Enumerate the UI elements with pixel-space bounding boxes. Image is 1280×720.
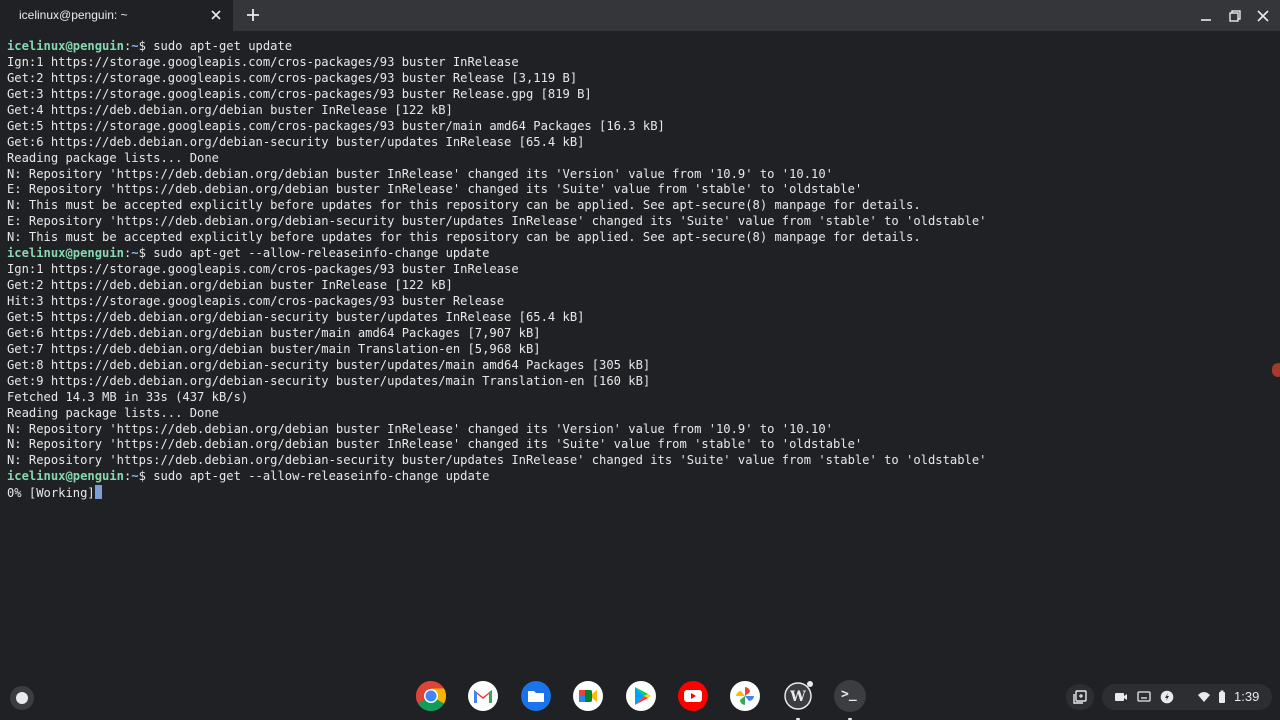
- notification-icon: [1160, 690, 1174, 704]
- output-line: Get:2 https://storage.googleapis.com/cro…: [7, 71, 986, 87]
- command-text: $ sudo apt-get update: [138, 39, 293, 53]
- wordpress-icon[interactable]: W: [782, 680, 814, 720]
- minimize-icon[interactable]: [1199, 9, 1213, 23]
- output-text: N: Repository 'https://deb.debian.org/de…: [7, 166, 833, 181]
- output-text: Get:7 https://deb.debian.org/debian bust…: [7, 341, 541, 356]
- prompt-user: icelinux@penguin: [7, 246, 124, 261]
- output-text: Get:2 https://storage.googleapis.com/cro…: [7, 70, 578, 85]
- output-text: Get:2 https://deb.debian.org/debian bust…: [7, 278, 453, 293]
- output-line: E: Repository 'https://deb.debian.org/de…: [7, 182, 986, 198]
- output-text: Get:9 https://deb.debian.org/debian-secu…: [7, 373, 651, 388]
- screen-capture-icon: [1115, 693, 1127, 701]
- plus-icon[interactable]: [245, 7, 261, 23]
- output-text: N: Repository 'https://deb.debian.org/de…: [7, 437, 863, 452]
- output-line: Get:5 https://deb.debian.org/debian-secu…: [7, 310, 986, 326]
- clock: 1:39: [1234, 689, 1260, 704]
- output-text: N: Repository 'https://deb.debian.org/de…: [7, 421, 833, 436]
- output-line: Ign:1 https://storage.googleapis.com/cro…: [7, 55, 986, 71]
- wifi-icon: [1198, 692, 1210, 702]
- output-line: 0% [Working]: [7, 485, 986, 501]
- output-text: Reading package lists... Done: [7, 405, 219, 420]
- output-text: Get:5 https://storage.googleapis.com/cro…: [7, 118, 665, 133]
- launcher-icon[interactable]: [10, 686, 34, 710]
- prompt-line: icelinux@penguin:~$ sudo apt-get --allow…: [7, 469, 986, 485]
- prompt-user: icelinux@penguin: [7, 39, 124, 53]
- output-line: N: This must be accepted explicitly befo…: [7, 198, 986, 214]
- output-line: Get:7 https://deb.debian.org/debian bust…: [7, 342, 986, 358]
- output-text: N: This must be accepted explicitly befo…: [7, 198, 921, 213]
- text-cursor: [94, 485, 102, 500]
- chrome-icon[interactable]: [415, 680, 447, 712]
- output-line: Get:6 https://deb.debian.org/debian-secu…: [7, 135, 986, 151]
- output-line: N: Repository 'https://deb.debian.org/de…: [7, 437, 986, 453]
- youtube-icon[interactable]: [677, 680, 709, 712]
- output-text: Get:8 https://deb.debian.org/debian-secu…: [7, 357, 651, 372]
- battery-icon: [1219, 690, 1225, 703]
- cast-icon: [1137, 691, 1151, 702]
- gmail-icon[interactable]: [467, 680, 499, 712]
- output-line: E: Repository 'https://deb.debian.org/de…: [7, 214, 986, 230]
- holding-space-icon: [1073, 690, 1087, 704]
- prompt-path: ~: [131, 39, 139, 53]
- command-text: $ sudo apt-get --allow-releaseinfo-chang…: [138, 246, 490, 261]
- maximize-icon[interactable]: [1228, 9, 1242, 23]
- prompt-line: icelinux@penguin:~$ sudo apt-get update: [7, 39, 986, 55]
- recording-indicator: [1272, 363, 1280, 377]
- output-text: Ign:1 https://storage.googleapis.com/cro…: [7, 54, 519, 69]
- terminal-output: icelinux@penguin:~$ sudo apt-get update I…: [7, 39, 986, 501]
- output-line: Fetched 14.3 MB in 33s (437 kB/s): [7, 390, 986, 406]
- google-photos-icon[interactable]: [729, 680, 761, 712]
- prompt-line: icelinux@penguin:~$ sudo apt-get --allow…: [7, 246, 986, 262]
- output-line: Get:3 https://storage.googleapis.com/cro…: [7, 87, 986, 103]
- output-line: N: Repository 'https://deb.debian.org/de…: [7, 453, 986, 469]
- files-icon[interactable]: [520, 680, 552, 712]
- output-text: N: This must be accepted explicitly befo…: [7, 230, 921, 245]
- output-text: E: Repository 'https://deb.debian.org/de…: [7, 182, 863, 197]
- launcher-dot: [16, 692, 28, 704]
- output-text: Get:5 https://deb.debian.org/debian-secu…: [7, 309, 585, 324]
- close-icon[interactable]: [208, 7, 224, 23]
- title-bar: icelinux@penguin: ~: [0, 0, 1280, 31]
- prompt-path: ~: [131, 246, 139, 261]
- output-line: Ign:1 https://storage.googleapis.com/cro…: [7, 262, 986, 278]
- output-line: N: Repository 'https://deb.debian.org/de…: [7, 422, 986, 438]
- terminal-viewport[interactable]: icelinux@penguin:~$ sudo apt-get update I…: [0, 31, 1280, 656]
- prompt-user: icelinux@penguin: [7, 469, 124, 484]
- output-line: Get:9 https://deb.debian.org/debian-secu…: [7, 374, 986, 390]
- output-line: N: This must be accepted explicitly befo…: [7, 230, 986, 246]
- terminal-tab[interactable]: icelinux@penguin: ~: [0, 0, 233, 31]
- play-store-icon[interactable]: [625, 680, 657, 712]
- output-line: Get:2 https://deb.debian.org/debian bust…: [7, 278, 986, 294]
- output-text: 0% [Working]: [7, 486, 95, 501]
- output-line: Hit:3 https://storage.googleapis.com/cro…: [7, 294, 986, 310]
- prompt-path: ~: [131, 469, 139, 484]
- output-text: Get:6 https://deb.debian.org/debian bust…: [7, 325, 541, 340]
- output-text: E: Repository 'https://deb.debian.org/de…: [7, 214, 987, 229]
- holding-space-button[interactable]: [1066, 684, 1094, 710]
- output-line: Get:6 https://deb.debian.org/debian bust…: [7, 326, 986, 342]
- output-text: Ign:1 https://storage.googleapis.com/cro…: [7, 262, 519, 277]
- status-tray[interactable]: 1:39: [1102, 684, 1272, 710]
- output-line: Get:4 https://deb.debian.org/debian bust…: [7, 103, 986, 119]
- output-line: Reading package lists... Done: [7, 151, 986, 167]
- output-line: N: Repository 'https://deb.debian.org/de…: [7, 167, 986, 183]
- output-text: Get:3 https://storage.googleapis.com/cro…: [7, 86, 592, 101]
- shelf: W >_ 1:39: [0, 672, 1280, 720]
- output-text: Get:6 https://deb.debian.org/debian-secu…: [7, 134, 585, 149]
- svg-text:W: W: [789, 689, 806, 705]
- output-line: Reading package lists... Done: [7, 406, 986, 422]
- output-text: Hit:3 https://storage.googleapis.com/cro…: [7, 294, 505, 308]
- output-text: Reading package lists... Done: [7, 150, 219, 165]
- output-text: Fetched 14.3 MB in 33s (437 kB/s): [7, 389, 249, 404]
- output-line: Get:5 https://storage.googleapis.com/cro…: [7, 119, 986, 135]
- output-text: Get:4 https://deb.debian.org/debian bust…: [7, 102, 453, 117]
- terminal-icon[interactable]: >_: [834, 680, 866, 720]
- google-meet-icon[interactable]: [572, 680, 604, 712]
- close-icon[interactable]: [1256, 9, 1270, 23]
- terminal-icon-glyph: >_: [841, 687, 857, 702]
- output-text: N: Repository 'https://deb.debian.org/de…: [7, 453, 987, 468]
- output-line: Get:8 https://deb.debian.org/debian-secu…: [7, 358, 986, 374]
- command-text: $ sudo apt-get --allow-releaseinfo-chang…: [138, 469, 490, 484]
- tab-title: icelinux@penguin: ~: [19, 8, 128, 22]
